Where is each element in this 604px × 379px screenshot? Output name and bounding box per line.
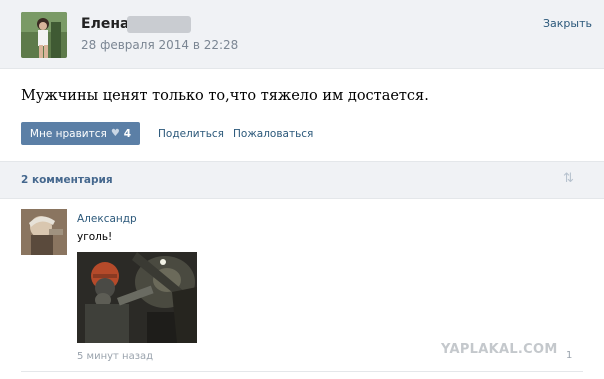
watermark: YAPLAKAL.COM (441, 342, 558, 357)
comment-text: уголь! (77, 231, 113, 243)
close-button[interactable]: Закрыть (543, 17, 592, 30)
share-button[interactable]: Поделиться (158, 128, 224, 140)
author-avatar[interactable] (21, 12, 67, 58)
post-text: Мужчины ценят только то,что тяжело им до… (21, 88, 429, 104)
divider (21, 371, 583, 372)
like-button[interactable]: Мне нравится ♥ 4 (21, 122, 140, 145)
post-date: 28 февраля 2014 в 22:28 (81, 38, 239, 52)
report-button[interactable]: Пожаловаться (233, 128, 313, 140)
comment-like-count[interactable]: 1 (566, 350, 572, 361)
author-name[interactable]: Елена (81, 16, 129, 32)
like-count: 4 (123, 127, 132, 140)
comment-author[interactable]: Александр (77, 213, 137, 225)
comment-author-avatar[interactable] (21, 209, 67, 255)
heart-icon: ♥ (110, 128, 120, 139)
comment-time[interactable]: 5 минут назад (77, 351, 153, 362)
sort-arrows-icon[interactable]: ⇅ (563, 171, 574, 186)
comments-header: 2 комментария ⇅ (0, 161, 604, 199)
comments-count[interactable]: 2 комментария (21, 174, 113, 186)
like-label: Мне нравится (29, 127, 107, 140)
comment-photo[interactable] (77, 252, 197, 343)
author-surname-blurred (127, 16, 191, 33)
post-header: Елена 28 февраля 2014 в 22:28 Закрыть (0, 0, 604, 69)
